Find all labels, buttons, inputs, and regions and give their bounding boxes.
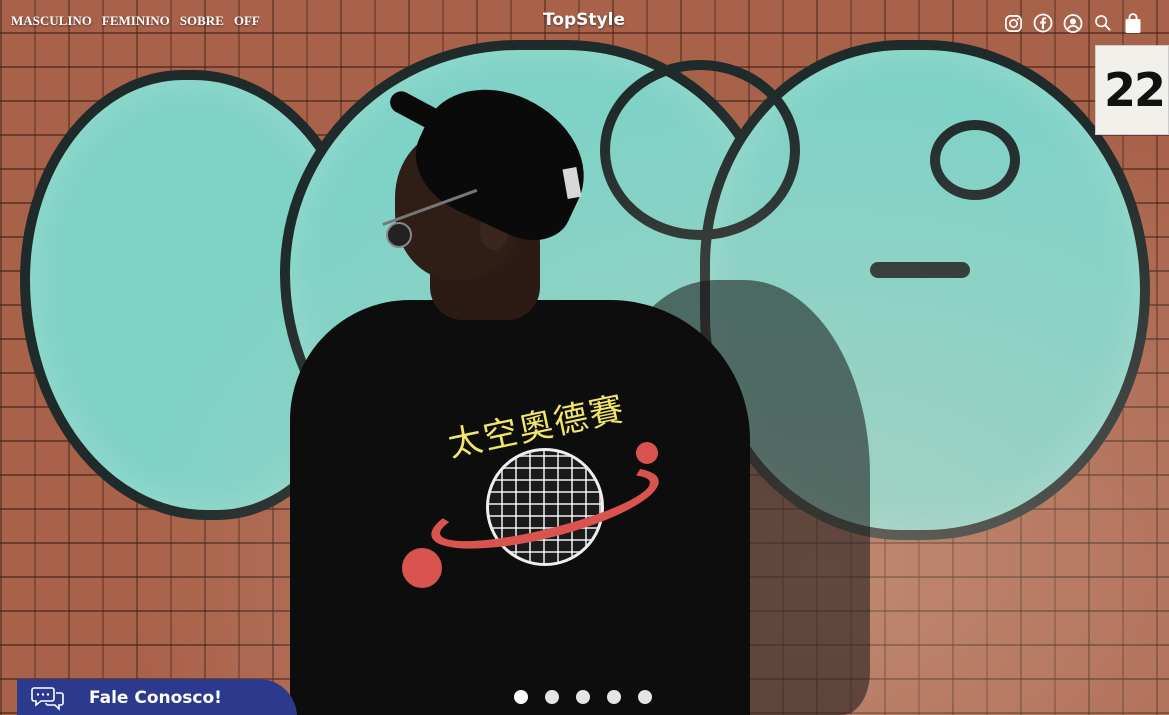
chat-bubbles-icon [31,687,64,711]
shirt-graphic-moon [402,548,442,588]
carousel-dot-5[interactable] [638,690,652,704]
carousel-dot-1[interactable] [514,690,528,704]
carousel-dot-4[interactable] [607,690,621,704]
brand-logo[interactable]: TopStyle [543,10,625,30]
nav-link-off[interactable]: OFF [234,13,260,29]
shirt-graphic-moon [636,442,658,464]
nav-link-feminino[interactable]: FEMININO [102,13,170,29]
header-icons [1003,12,1143,33]
user-account-icon[interactable] [1063,13,1083,33]
top-navigation-bar: MASCULINO FEMININO SOBRE OFF TopStyle [0,0,1169,42]
carousel-dot-2[interactable] [545,690,559,704]
main-nav: MASCULINO FEMININO SOBRE OFF [11,13,260,29]
instagram-icon[interactable] [1003,13,1023,33]
shopping-bag-icon[interactable] [1123,12,1143,33]
wall-number-plate: 22 [1095,45,1169,135]
hero-banner: 22 太空奧德賽 MASCULINO FEMININO SOBRE OFF To… [0,0,1169,715]
carousel-indicators [514,690,652,704]
search-icon[interactable] [1093,13,1113,33]
nav-link-masculino[interactable]: MASCULINO [11,13,92,29]
facebook-icon[interactable] [1033,13,1053,33]
nav-link-sobre[interactable]: SOBRE [180,13,224,29]
contact-us-button[interactable]: Fale Conosco! [17,679,297,715]
glasses-lens [386,222,412,248]
contact-us-label: Fale Conosco! [89,688,222,708]
carousel-dot-3[interactable] [576,690,590,704]
